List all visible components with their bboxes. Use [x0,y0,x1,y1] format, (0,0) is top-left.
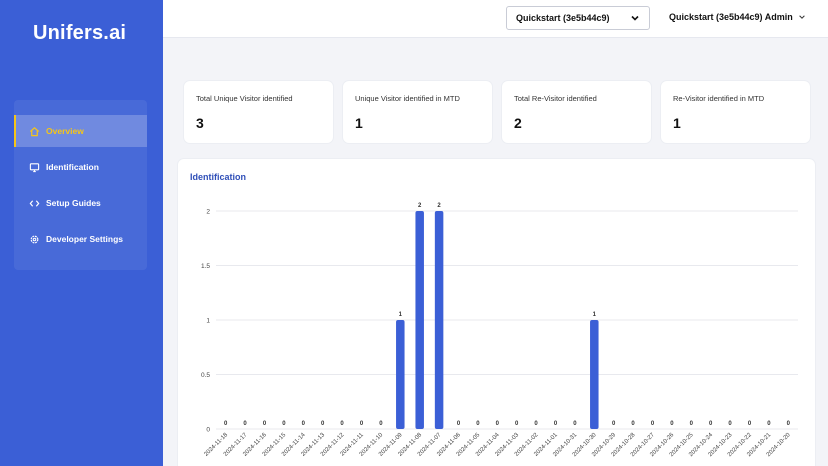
data-label: 2 [418,203,422,209]
data-label: 0 [379,421,383,427]
data-label: 0 [302,421,306,427]
data-label: 0 [476,421,480,427]
y-tick-label: 1.5 [201,263,210,270]
data-label: 0 [496,421,500,427]
chart-bar[interactable] [434,211,444,429]
identification-bar-chart: 00.511.5202024-11-1802024-11-1702024-11-… [201,203,798,458]
stat-value: 1 [355,115,363,131]
chart-bar[interactable] [415,211,424,429]
stat-label: Total Unique Visitor identified [196,94,293,103]
sidebar-item-identification[interactable]: Identification [14,151,147,183]
data-label: 2 [437,203,441,209]
stat-card-total-revisitor: Total Re-Visitor identified 2 [502,81,651,143]
monitor-icon [28,161,40,173]
stat-label: Total Re-Visitor identified [514,94,597,103]
y-tick-label: 1 [206,318,210,325]
stat-label: Unique Visitor identified in MTD [355,94,460,103]
data-label: 0 [573,421,577,427]
data-label: 0 [709,421,713,427]
chevron-down-icon [798,15,805,19]
data-label: 0 [224,421,228,427]
app-logo[interactable]: Unifers.ai [33,22,126,45]
sidebar-item-label: Overview [46,126,84,136]
home-icon [28,125,40,137]
workspace-select[interactable]: Quickstart (3e5b44c9) [506,6,650,30]
sidebar-nav: Overview Identification Setup Guides Dev… [14,100,147,270]
code-icon [28,197,40,209]
data-label: 0 [690,421,694,427]
sidebar-item-overview[interactable]: Overview [14,115,147,147]
data-label: 0 [787,421,791,427]
data-label: 0 [670,421,674,427]
data-label: 0 [748,421,752,427]
data-label: 1 [399,312,403,318]
y-tick-label: 0 [206,427,210,434]
workspace-select-value: Quickstart (3e5b44c9) [516,13,610,23]
chevron-down-icon [631,15,639,21]
data-label: 0 [767,421,771,427]
sidebar-item-label: Developer Settings [46,234,123,244]
sidebar-item-setup-guides[interactable]: Setup Guides [14,187,147,219]
sidebar: Unifers.ai Overview Identification Setup… [0,0,163,466]
data-label: 0 [515,421,519,427]
data-label: 0 [340,421,344,427]
stat-card-total-unique: Total Unique Visitor identified 3 [184,81,333,143]
data-label: 0 [631,421,635,427]
user-menu-label: Quickstart (3e5b44c9) Admin [669,12,793,22]
data-label: 0 [321,421,325,427]
chart-bar[interactable] [396,320,405,429]
data-label: 0 [457,421,461,427]
gear-icon [28,233,40,245]
data-label: 0 [728,421,732,427]
data-label: 0 [534,421,538,427]
data-label: 1 [593,312,597,318]
y-tick-label: 0.5 [201,372,210,379]
data-label: 0 [612,421,616,427]
data-label: 0 [360,421,364,427]
sidebar-item-label: Identification [46,162,99,172]
stat-value: 2 [514,115,522,131]
data-label: 0 [263,421,267,427]
top-header: Quickstart (3e5b44c9) Quickstart (3e5b44… [163,0,828,38]
sidebar-item-developer-settings[interactable]: Developer Settings [14,223,147,255]
chart-bar[interactable] [590,320,599,429]
data-label: 0 [243,421,247,427]
sidebar-item-label: Setup Guides [46,198,101,208]
identification-panel: Identification 0 0.5 1 1.5 2 0 2024-11-18 0 2024… [178,159,815,466]
data-label: 0 [554,421,558,427]
data-label: 0 [282,421,286,427]
stat-value: 3 [196,115,204,131]
stat-card-revisitor-mtd: Re-Visitor identified in MTD 1 [661,81,810,143]
data-label: 0 [651,421,655,427]
stat-value: 1 [673,115,681,131]
y-tick-label: 2 [206,209,210,216]
user-menu[interactable]: Quickstart (3e5b44c9) Admin [669,12,806,22]
stat-label: Re-Visitor identified in MTD [673,94,765,103]
stat-card-unique-mtd: Unique Visitor identified in MTD 1 [343,81,492,143]
